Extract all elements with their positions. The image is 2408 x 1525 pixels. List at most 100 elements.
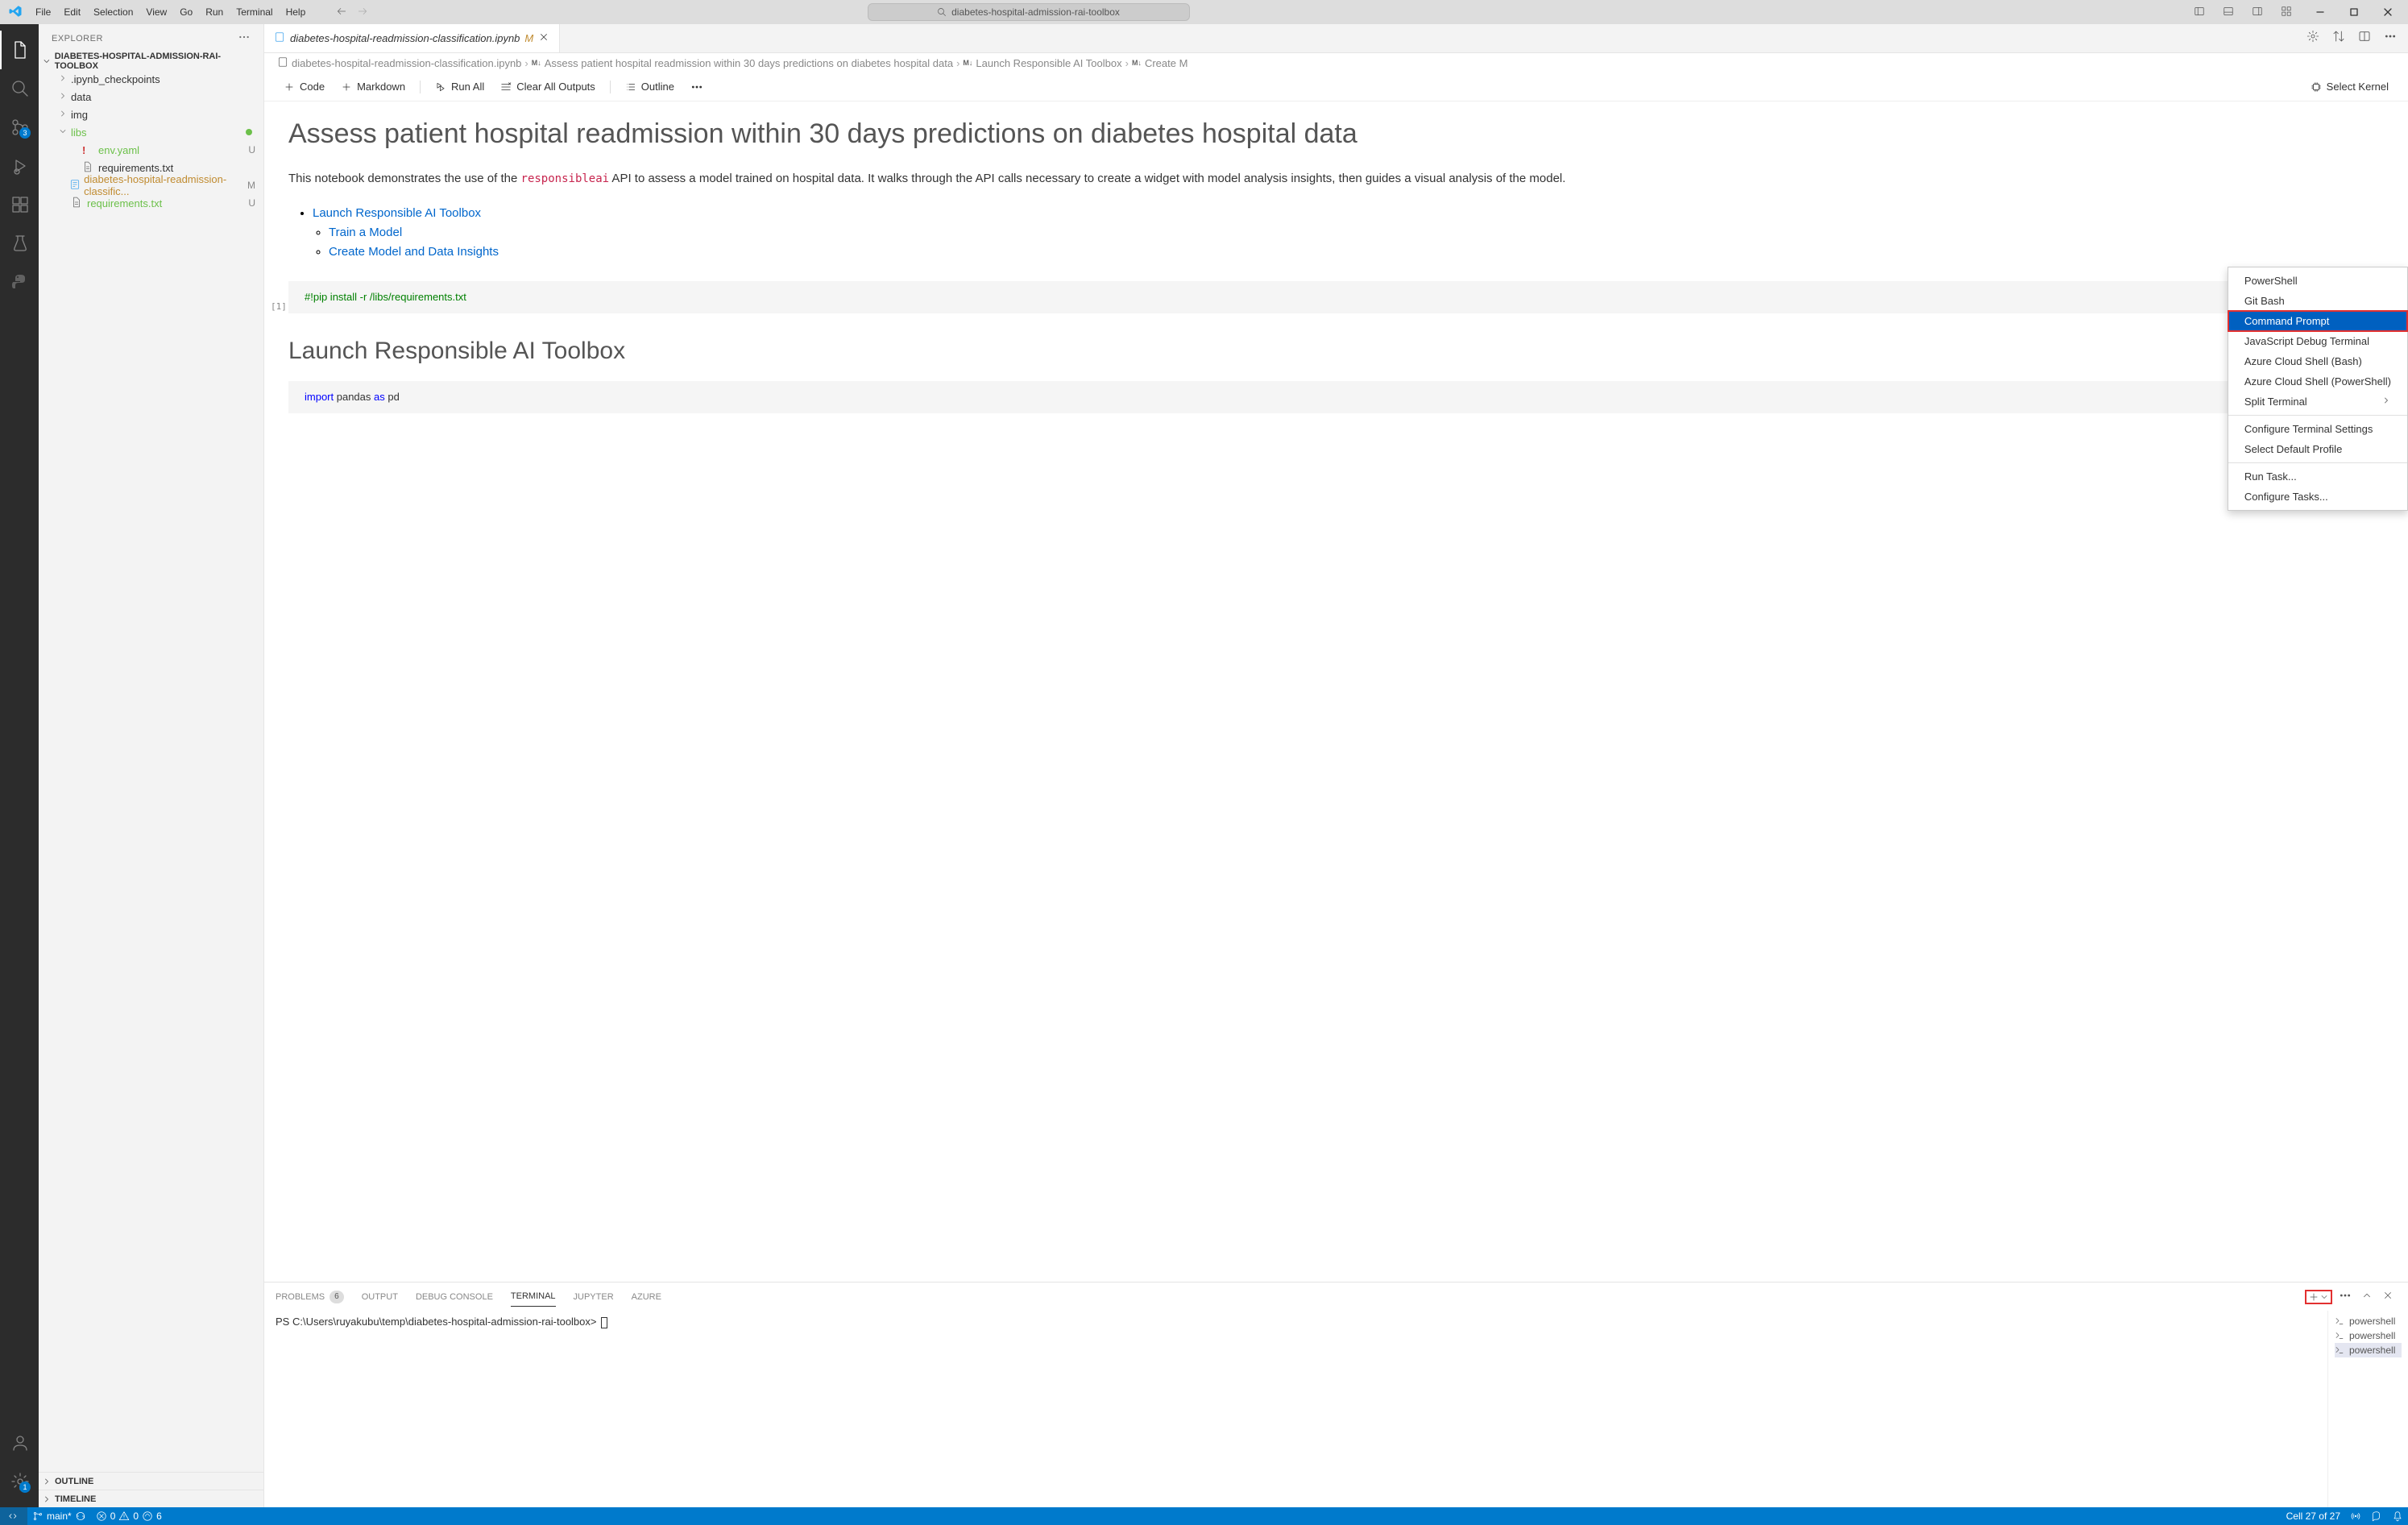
toc-link-3[interactable]: Create Model and Data Insights xyxy=(329,245,499,259)
feedback-icon[interactable] xyxy=(2366,1510,2387,1522)
outline-button[interactable]: Outline xyxy=(619,77,681,96)
sidebar-folder-header[interactable]: DIABETES-HOSPITAL-ADMISSION-RAI-TOOLBOX xyxy=(39,52,263,70)
layout-sidebar-right-icon[interactable] xyxy=(2245,2,2269,23)
layout-panel-icon[interactable] xyxy=(2216,2,2240,23)
layout-sidebar-left-icon[interactable] xyxy=(2187,2,2211,23)
nav-back-icon[interactable] xyxy=(336,6,347,19)
menu-command-prompt[interactable]: Command Prompt xyxy=(2228,311,2407,331)
activity-source-control[interactable]: 3 xyxy=(0,108,39,147)
menu-selection[interactable]: Selection xyxy=(87,3,139,21)
terminal-name: powershell xyxy=(2349,1345,2395,1356)
diff-icon[interactable] xyxy=(2329,27,2348,50)
layout-customize-icon[interactable] xyxy=(2274,2,2298,23)
window-minimize-icon[interactable] xyxy=(2303,1,2337,23)
activity-run-debug[interactable] xyxy=(0,147,39,185)
close-icon[interactable] xyxy=(538,31,549,45)
panel-tab-problems[interactable]: PROBLEMS 6 xyxy=(276,1286,344,1308)
file-env-yaml[interactable]: ! env.yaml U xyxy=(39,141,263,159)
panel-maximize-icon[interactable] xyxy=(2358,1287,2376,1307)
panel-tab-jupyter[interactable]: JUPYTER xyxy=(574,1287,614,1307)
panel-tab-azure[interactable]: AZURE xyxy=(632,1287,661,1307)
broadcast-icon[interactable] xyxy=(2345,1510,2366,1522)
terminal-context-menu: PowerShell Git Bash Command Prompt JavaS… xyxy=(2228,267,2408,511)
file-notebook[interactable]: diabetes-hospital-readmission-classific.… xyxy=(39,176,263,194)
problems-count-badge: 6 xyxy=(329,1291,344,1303)
cell-position[interactable]: Cell 27 of 27 xyxy=(2282,1510,2345,1522)
menu-jsdebug[interactable]: JavaScript Debug Terminal xyxy=(2228,331,2407,351)
menu-edit[interactable]: Edit xyxy=(57,3,87,21)
file-data[interactable]: data xyxy=(39,88,263,106)
file-ipynb-checkpoints[interactable]: .ipynb_checkpoints xyxy=(39,70,263,88)
menu-gitbash[interactable]: Git Bash xyxy=(2228,291,2407,311)
menu-view[interactable]: View xyxy=(139,3,173,21)
branch-status[interactable]: main* xyxy=(27,1507,91,1525)
menu-azure-ps[interactable]: Azure Cloud Shell (PowerShell) xyxy=(2228,371,2407,392)
run-all-button[interactable]: Run All xyxy=(429,77,491,96)
command-center[interactable]: diabetes-hospital-admission-rai-toolbox xyxy=(868,3,1190,21)
code-cell-1[interactable]: #!pip install -r /libs/requirements.txt … xyxy=(288,281,2368,313)
terminal-text-area[interactable]: PS C:\Users\ruyakubu\temp\diabetes-hospi… xyxy=(264,1311,2327,1507)
menu-go[interactable]: Go xyxy=(173,3,199,21)
menu-configure-settings[interactable]: Configure Terminal Settings xyxy=(2228,419,2407,439)
panel-tab-output[interactable]: OUTPUT xyxy=(362,1287,398,1307)
file-libs[interactable]: libs xyxy=(39,123,263,141)
menu-file[interactable]: File xyxy=(29,3,57,21)
file-status-badge: U xyxy=(248,144,255,155)
window-close-icon[interactable] xyxy=(2371,1,2405,23)
activity-search[interactable] xyxy=(0,69,39,108)
remote-button[interactable] xyxy=(0,1507,27,1525)
notebook-content[interactable]: Assess patient hospital readmission with… xyxy=(264,102,2408,1282)
window-maximize-icon[interactable] xyxy=(2337,1,2371,23)
clear-outputs-button[interactable]: Clear All Outputs xyxy=(494,77,602,96)
terminal-item-2[interactable]: powershell xyxy=(2335,1328,2402,1343)
nav-forward-icon[interactable] xyxy=(357,6,368,19)
sidebar-timeline-header[interactable]: TIMELINE xyxy=(39,1490,263,1507)
menu-run[interactable]: Run xyxy=(199,3,230,21)
sidebar-folder-name: DIABETES-HOSPITAL-ADMISSION-RAI-TOOLBOX xyxy=(55,52,260,71)
toc-link-2[interactable]: Train a Model xyxy=(329,226,402,239)
menu-help[interactable]: Help xyxy=(280,3,313,21)
toc-link-1[interactable]: Launch Responsible AI Toolbox xyxy=(313,206,481,220)
bell-icon[interactable] xyxy=(2387,1510,2408,1522)
activity-python[interactable] xyxy=(0,263,39,301)
code-cell-2[interactable]: import pandas as pd xyxy=(288,381,2368,413)
activity-explorer[interactable] xyxy=(0,31,39,69)
gear-icon[interactable] xyxy=(2303,27,2323,50)
activity-testing[interactable] xyxy=(0,224,39,263)
select-kernel-button[interactable]: Select Kernel xyxy=(2304,77,2395,96)
menu-terminal[interactable]: Terminal xyxy=(230,3,279,21)
add-code-button[interactable]: Code xyxy=(277,77,331,96)
chevron-right-icon xyxy=(58,73,69,85)
new-terminal-button[interactable] xyxy=(2305,1290,2332,1304)
menu-run-task[interactable]: Run Task... xyxy=(2228,466,2407,487)
activity-extensions[interactable] xyxy=(0,185,39,224)
chevron-down-icon xyxy=(2319,1292,2329,1302)
panel-more-icon[interactable] xyxy=(2335,1286,2355,1307)
code-keyword: import xyxy=(305,391,334,403)
notebook-paragraph: This notebook demonstrates the use of th… xyxy=(288,170,2368,189)
menu-powershell[interactable]: PowerShell xyxy=(2228,271,2407,291)
sidebar-more-icon[interactable] xyxy=(238,31,251,46)
panel-close-icon[interactable] xyxy=(2379,1287,2397,1307)
file-img[interactable]: img xyxy=(39,106,263,123)
file-label: data xyxy=(71,91,91,103)
menu-split-terminal[interactable]: Split Terminal xyxy=(2228,392,2407,412)
more-icon[interactable] xyxy=(2381,27,2400,50)
file-root-requirements[interactable]: requirements.txt U xyxy=(39,194,263,212)
problems-status[interactable]: 0 0 6 xyxy=(91,1507,167,1525)
editor-tab[interactable]: diabetes-hospital-readmission-classifica… xyxy=(264,24,560,52)
add-markdown-button[interactable]: Markdown xyxy=(334,77,412,96)
menu-configure-tasks[interactable]: Configure Tasks... xyxy=(2228,487,2407,507)
activity-account[interactable] xyxy=(0,1423,39,1462)
split-icon[interactable] xyxy=(2355,27,2374,50)
panel-tab-debug[interactable]: DEBUG CONSOLE xyxy=(416,1287,493,1307)
notebook-more-button[interactable] xyxy=(684,77,710,97)
terminal-item-1[interactable]: powershell xyxy=(2335,1314,2402,1328)
breadcrumb[interactable]: diabetes-hospital-readmission-classifica… xyxy=(264,53,2408,73)
activity-settings[interactable]: 1 xyxy=(0,1462,39,1501)
terminal-item-3[interactable]: powershell xyxy=(2335,1343,2402,1357)
menu-azure-bash[interactable]: Azure Cloud Shell (Bash) xyxy=(2228,351,2407,371)
panel-tab-terminal[interactable]: TERMINAL xyxy=(511,1287,556,1307)
sidebar-outline-header[interactable]: OUTLINE xyxy=(39,1472,263,1490)
menu-default-profile[interactable]: Select Default Profile xyxy=(2228,439,2407,459)
